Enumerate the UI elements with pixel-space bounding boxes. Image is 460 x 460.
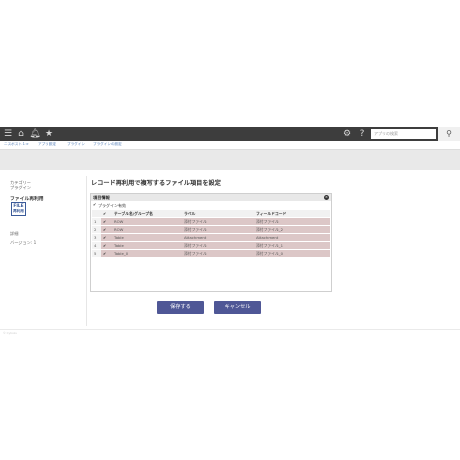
row-number: 2 <box>92 225 101 234</box>
plugin-enable-row[interactable]: ✔ プラグイン有効 <box>92 202 330 208</box>
enable-label: プラグイン有効 <box>98 202 126 208</box>
row-field-code: 添付ファイル_0 <box>254 249 330 258</box>
cancel-button[interactable]: キャンセル <box>214 301 261 314</box>
sidebar-divider <box>86 176 87 326</box>
row-checkbox[interactable]: ✔ <box>101 249 112 258</box>
table-row[interactable]: 1 ✔ ROW 添付ファイル 添付ファイル <box>92 217 330 226</box>
help-icon[interactable]: ? <box>356 127 368 141</box>
row-field-code: 添付ファイル_1 <box>254 241 330 250</box>
search-icon[interactable]: ⚲ <box>438 127 460 141</box>
breadcrumb: ニスポスト１⇒ アプリ設定 プラグイン プラグインの設定 <box>0 141 460 150</box>
sidebar-plugin-label: プラグイン <box>10 185 31 190</box>
bell-icon[interactable]: 🔔︎ <box>29 127 41 141</box>
row-checkbox[interactable]: ✔ <box>101 217 112 226</box>
table-row[interactable]: 4 ✔ Table 添付ファイル 添付ファイル_1 <box>92 241 330 250</box>
field-table: ✔ テーブル名/グループ名 ラベル フィールドコード 1 ✔ ROW 添付ファイ… <box>92 210 330 258</box>
column-header-table-name: テーブル名/グループ名 <box>112 210 182 218</box>
gear-icon[interactable]: ⚙ <box>341 127 353 141</box>
home-icon[interactable]: ⌂ <box>15 127 27 141</box>
plugin-logo: FILE 再利用 <box>11 202 26 216</box>
table-row[interactable]: 2 ✔ ROW 添付ファイル 添付ファイル_2 <box>92 225 330 234</box>
row-table-name: Table <box>112 241 182 250</box>
app-search-input[interactable]: アプリの検索 <box>371 129 436 139</box>
row-field-code: Attachment <box>254 233 330 242</box>
row-table-name: ROW <box>112 217 182 226</box>
breadcrumb-item-plugin-settings[interactable]: プラグインの設定 <box>93 142 122 147</box>
sidebar-detail-label: 詳細 <box>10 231 19 236</box>
row-label: 添付ファイル <box>182 225 254 234</box>
row-table-name: Table <box>112 233 182 242</box>
table-row[interactable]: 5 ✔ Table_0 添付ファイル 添付ファイル_0 <box>92 249 330 258</box>
row-field-code: 添付ファイル_2 <box>254 225 330 234</box>
footer-copyright: © Cybozu <box>3 331 18 335</box>
menu-icon[interactable]: ☰ <box>2 127 14 141</box>
panel-header: 項目情報 × <box>91 194 331 201</box>
table-header-row: ✔ テーブル名/グループ名 ラベル フィールドコード <box>92 210 330 218</box>
plugin-logo-subtext: 再利用 <box>13 209 24 213</box>
column-header-label: ラベル <box>182 210 254 218</box>
row-checkbox[interactable]: ✔ <box>101 233 112 242</box>
enable-checkbox[interactable]: ✔ <box>93 202 96 207</box>
sidebar-plugin-name: ファイル再利用 <box>10 197 44 202</box>
table-row[interactable]: 3 ✔ Table Attachment Attachment <box>92 233 330 242</box>
row-number: 4 <box>92 241 101 250</box>
close-icon[interactable]: × <box>324 195 329 200</box>
breadcrumb-item-plugins[interactable]: プラグイン <box>67 142 85 147</box>
row-number: 1 <box>92 217 101 226</box>
row-label: Attachment <box>182 233 254 242</box>
star-icon[interactable]: ★ <box>43 127 55 141</box>
field-settings-panel: 項目情報 × ✔ プラグイン有効 ✔ テーブル名/グループ名 ラベル フィールド… <box>90 193 332 292</box>
column-header-number <box>92 210 101 218</box>
column-header-field-code: フィールドコード <box>254 210 330 218</box>
row-checkbox[interactable]: ✔ <box>101 241 112 250</box>
row-field-code: 添付ファイル <box>254 217 330 226</box>
row-label: 添付ファイル <box>182 217 254 226</box>
row-number: 5 <box>92 249 101 258</box>
row-table-name: ROW <box>112 225 182 234</box>
breadcrumb-item-app-settings[interactable]: アプリ設定 <box>38 142 56 147</box>
content-bottom-border <box>0 329 460 330</box>
row-label: 添付ファイル <box>182 241 254 250</box>
sidebar-version: バージョン: 1 <box>10 240 37 245</box>
panel-title: 項目情報 <box>93 195 110 200</box>
top-navigation-bar: ☰ ⌂ 🔔︎ ★ ⚙ ? アプリの検索 ⚲ <box>0 127 460 141</box>
row-checkbox[interactable]: ✔ <box>101 225 112 234</box>
column-header-check: ✔ <box>101 210 112 218</box>
row-label: 添付ファイル <box>182 249 254 258</box>
page-title: レコード再利用で複写するファイル項目を設定 <box>91 180 221 187</box>
breadcrumb-item-space[interactable]: ニスポスト１⇒ <box>4 142 29 147</box>
save-button[interactable]: 保存する <box>157 301 204 314</box>
row-table-name: Table_0 <box>112 249 182 258</box>
header-band <box>0 150 460 170</box>
row-number: 3 <box>92 233 101 242</box>
